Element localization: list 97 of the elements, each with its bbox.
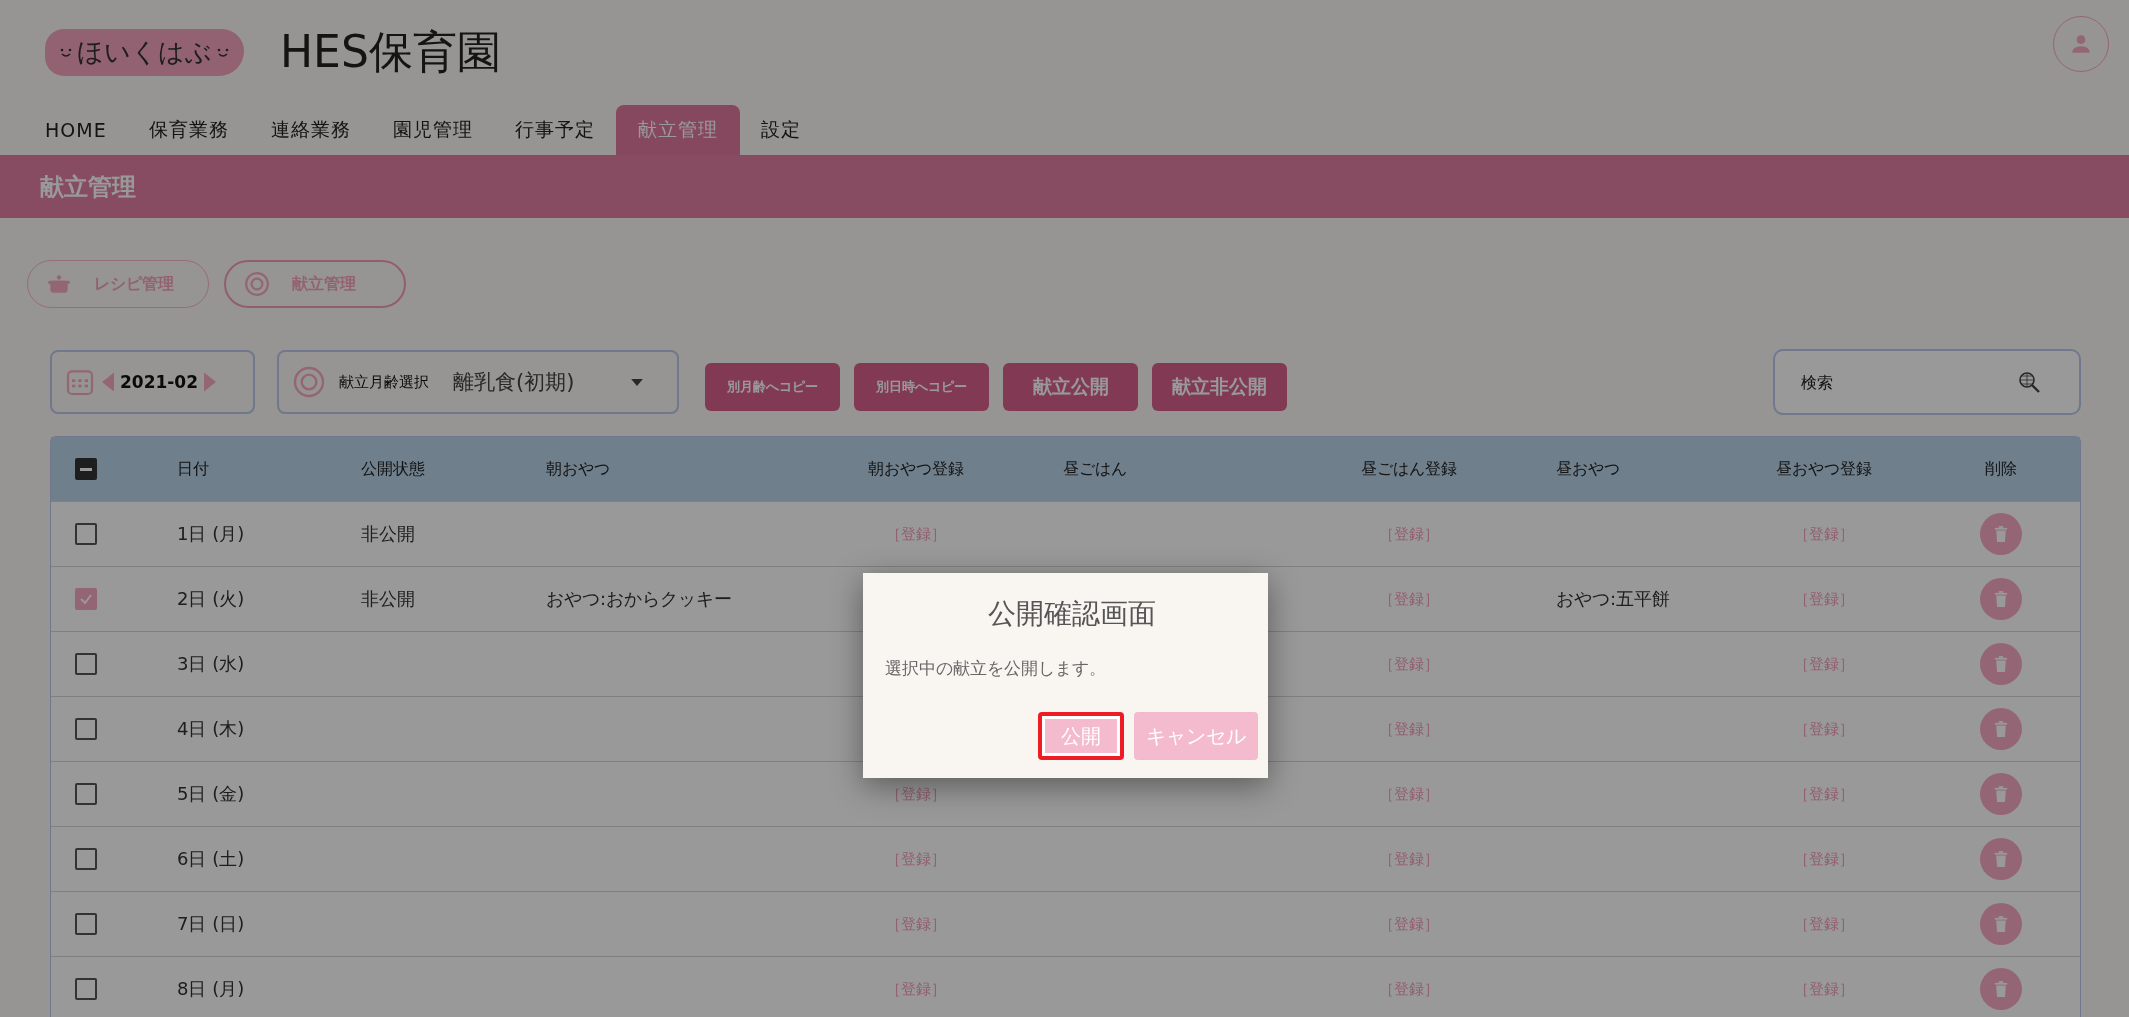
register-link[interactable]: ［登録］ [1794,719,1854,739]
row-checkbox[interactable] [75,718,97,740]
nav-tab[interactable]: 献立管理 [615,105,740,155]
smile-icon [59,47,73,58]
nav-tab[interactable]: 保育業務 [127,105,250,155]
date-cell: 6日 (土) [177,847,245,871]
register-link[interactable]: ［登録］ [1794,654,1854,674]
row-checkbox[interactable] [75,653,97,675]
age-select-label: 献立月齢選択 [339,372,429,392]
column-header: 昼ごはん [1063,458,1127,480]
date-cell: 3日 (水) [177,652,245,676]
register-link[interactable]: ［登録］ [886,914,946,934]
nav-tab[interactable]: HOME [24,105,128,155]
month-label: 2021-02 [120,372,199,392]
dialog-title: 公開確認画面 [986,596,1157,632]
logo-text: ほいくはぶ [77,36,212,69]
column-header: 朝おやつ [546,458,610,480]
menu-cell: おやつ:おからクッキー [546,587,733,611]
register-link[interactable]: ［登録］ [1379,979,1439,999]
row-checkbox[interactable] [75,783,97,805]
dialog-button[interactable]: 公開 [1038,712,1124,760]
row-checkbox[interactable] [75,588,97,610]
toolbar-button[interactable]: 献立非公開 [1152,363,1287,411]
column-header: 朝おやつ登録 [868,458,964,480]
search-field[interactable]: 検索 [1773,349,2081,415]
toolbar-button[interactable]: 別日時へコピー [854,363,989,411]
register-link[interactable]: ［登録］ [886,849,946,869]
menu-cell: おやつ:五平餅 [1556,587,1671,611]
trash-icon [1994,591,2008,607]
row-checkbox[interactable] [75,913,97,935]
register-link[interactable]: ［登録］ [1794,914,1854,934]
dialog-message: 選択中の献立を公開します。 [885,657,1107,680]
delete-button[interactable] [1980,513,2022,555]
date-cell: 4日 (木) [177,717,245,741]
trash-icon [1994,916,2008,932]
previous-month-button[interactable] [102,372,114,392]
row-checkbox[interactable] [75,523,97,545]
trash-icon [1994,656,2008,672]
age-select-value: 離乳食(初期) [453,369,575,396]
smile-icon [216,47,230,58]
delete-button[interactable] [1980,708,2022,750]
delete-button[interactable] [1980,578,2022,620]
column-header: 昼ごはん登録 [1361,458,1457,480]
delete-button[interactable] [1980,643,2022,685]
register-link[interactable]: ［登録］ [1379,719,1439,739]
column-header: 昼おやつ [1556,458,1620,480]
date-cell: 7日 (日) [177,912,245,936]
caret-icon [631,378,643,386]
register-link[interactable]: ［登録］ [1794,784,1854,804]
trash-icon [1994,981,2008,997]
column-header: 日付 [177,458,209,480]
nav-tab[interactable]: 設定 [739,105,822,155]
status-cell: 非公開 [361,587,415,611]
register-link[interactable]: ［登録］ [886,524,946,544]
nav-tab[interactable]: 園児管理 [371,105,494,155]
date-cell: 5日 (金) [177,782,245,806]
nav-tab[interactable]: 行事予定 [493,105,616,155]
nav-tab[interactable]: 連絡業務 [249,105,372,155]
delete-button[interactable] [1980,903,2022,945]
next-month-button[interactable] [204,372,217,392]
delete-button[interactable] [1980,838,2022,880]
row-checkbox[interactable] [75,978,97,1000]
plate-icon [293,366,325,398]
register-link[interactable]: ［登録］ [1794,979,1854,999]
trash-icon [1994,851,2008,867]
dialog-button[interactable]: キャンセル [1134,712,1258,760]
date-cell: 2日 (火) [177,587,245,611]
plate-icon [244,271,270,297]
column-header: 削除 [1985,458,2017,480]
register-link[interactable]: ［登録］ [1379,589,1439,609]
trash-icon [1994,786,2008,802]
trash-icon [1994,721,2008,737]
nursery-title: HES保育園 [280,25,501,79]
page-title: 献立管理 [40,171,136,203]
age-select[interactable]: 献立月齢選択 離乳食(初期) [277,350,679,414]
search-icon [2017,370,2041,394]
status-cell: 非公開 [361,522,415,546]
date-cell: 8日 (月) [177,977,245,1001]
register-link[interactable]: ［登録］ [1379,914,1439,934]
register-link[interactable]: ［登録］ [1379,524,1439,544]
register-link[interactable]: ［登録］ [1379,849,1439,869]
date-cell: 1日 (月) [177,522,245,546]
select-all-checkbox[interactable] [75,458,97,480]
register-link[interactable]: ［登録］ [1794,849,1854,869]
delete-button[interactable] [1980,773,2022,815]
trash-icon [1994,526,2008,542]
register-link[interactable]: ［登録］ [1794,589,1854,609]
register-link[interactable]: ［登録］ [1794,524,1854,544]
register-link[interactable]: ［登録］ [1379,784,1439,804]
row-checkbox[interactable] [75,848,97,870]
delete-button[interactable] [1980,968,2022,1010]
toolbar-button[interactable]: 献立公開 [1003,363,1138,411]
column-header: 昼おやつ登録 [1776,458,1872,480]
register-link[interactable]: ［登録］ [886,979,946,999]
register-link[interactable]: ［登録］ [1379,654,1439,674]
column-header: 公開状態 [361,458,425,480]
toolbar-button[interactable]: 別月齢へコピー [705,363,840,411]
